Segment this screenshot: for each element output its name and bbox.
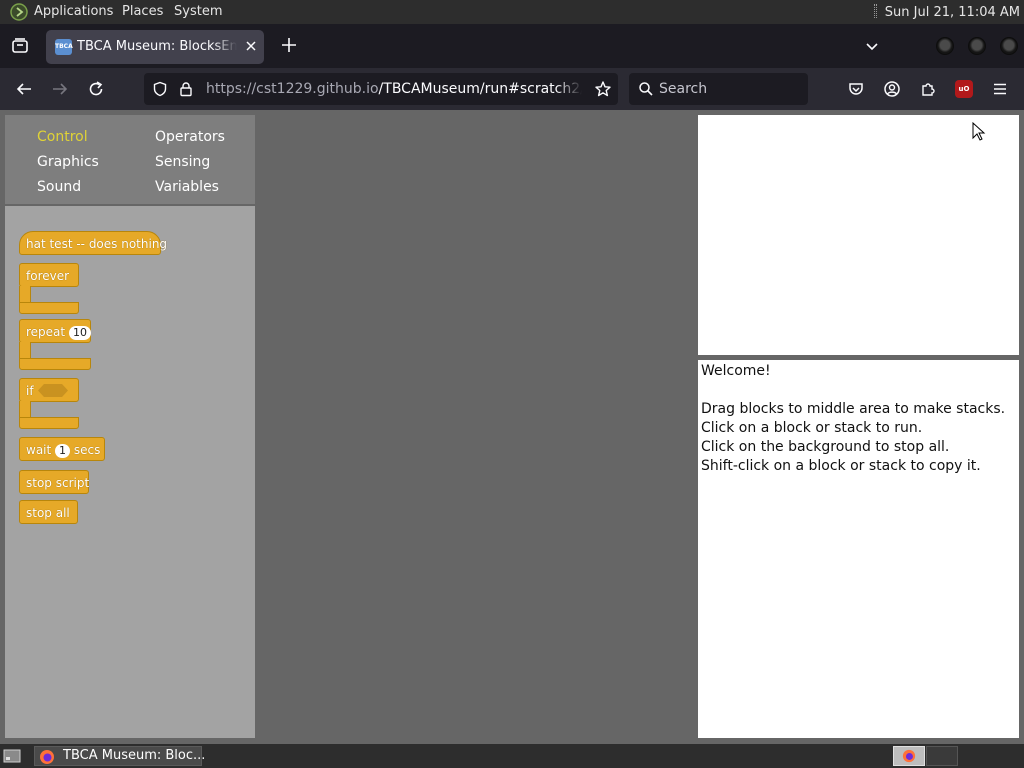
show-desktop-icon[interactable] <box>3 748 21 764</box>
stop-all-block[interactable]: stop all <box>19 500 78 524</box>
url-bar[interactable]: https://cst1229.github.io/TBCAMuseum/run… <box>144 73 618 105</box>
repeat-label: repeat 10 <box>26 325 91 340</box>
category-variables[interactable]: Variables <box>155 179 219 195</box>
account-icon[interactable] <box>883 80 901 98</box>
repeat-bottom[interactable] <box>19 358 91 370</box>
taskbar: TBCA Museum: Bloc... <box>0 744 1024 768</box>
stop-all-label: stop all <box>26 506 70 520</box>
tab-title: TBCA Museum: BlocksEngine <box>77 39 237 54</box>
tab-list-icon[interactable] <box>8 34 32 58</box>
wait-block[interactable]: wait 1 secs <box>19 437 105 461</box>
repeat-top[interactable]: repeat 10 <box>19 319 91 343</box>
bookmark-star-icon[interactable] <box>594 80 612 98</box>
console-output: Welcome! Drag blocks to middle area to m… <box>698 360 1019 738</box>
wait-label: wait 1 secs <box>26 443 100 458</box>
console-line: Click on the background to stop all. <box>701 439 950 455</box>
category-operators[interactable]: Operators <box>155 129 225 145</box>
menu-applications[interactable]: Applications <box>34 4 113 19</box>
menu-places[interactable]: Places <box>122 4 163 19</box>
if-bottom[interactable] <box>19 417 79 429</box>
category-panel: Control Operators Graphics Sensing Sound… <box>5 115 255 204</box>
url-path: /TBCAMuseum/run#scratch2/BlocksEngine <box>378 81 582 97</box>
chevron-down-icon[interactable] <box>864 38 880 54</box>
url-text[interactable]: https://cst1229.github.io/TBCAMuseum/run… <box>206 81 582 97</box>
new-tab-icon[interactable] <box>280 36 298 54</box>
extensions-icon[interactable] <box>919 80 937 98</box>
stop-script-block[interactable]: stop script <box>19 470 89 494</box>
close-tab-icon[interactable] <box>244 39 258 53</box>
tab-active[interactable]: TBCA TBCA Museum: BlocksEngine <box>46 30 264 64</box>
hamburger-menu-icon[interactable] <box>991 80 1009 98</box>
page-content: Control Operators Graphics Sensing Sound… <box>0 110 1024 744</box>
firefox-icon <box>902 749 916 763</box>
wait-seconds-input[interactable]: 1 <box>55 444 71 458</box>
script-area[interactable] <box>255 110 693 744</box>
ublock-icon[interactable]: uO <box>955 80 973 98</box>
if-top[interactable]: if <box>19 378 79 402</box>
minimize-window-button[interactable] <box>936 37 954 55</box>
console-line: Drag blocks to middle area to make stack… <box>701 401 1006 417</box>
lock-icon[interactable] <box>178 81 194 97</box>
repeat-count-input[interactable]: 10 <box>68 326 91 340</box>
console-line: Welcome! <box>701 363 771 379</box>
tab-bar: TBCA TBCA Museum: BlocksEngine <box>0 24 1024 68</box>
taskbar-firefox-window[interactable]: TBCA Museum: Bloc... <box>34 746 206 766</box>
block-palette: hat test -- does nothing forever repeat … <box>5 206 255 738</box>
stop-script-label: stop script <box>26 476 90 490</box>
stage[interactable] <box>698 115 1019 355</box>
repeat-text: repeat <box>26 325 66 339</box>
workspace-switcher[interactable] <box>893 746 925 766</box>
category-control[interactable]: Control <box>37 129 88 145</box>
nav-bar: https://cst1229.github.io/TBCAMuseum/run… <box>0 68 1024 110</box>
forever-label: forever <box>26 269 70 283</box>
maximize-window-button[interactable] <box>968 37 986 55</box>
panel-separator <box>873 4 877 18</box>
panel-clock[interactable]: Sun Jul 21, 11:04 AM <box>873 4 1020 20</box>
console-line: Shift-click on a block or stack to copy … <box>701 458 981 474</box>
search-icon <box>639 82 653 96</box>
category-sensing[interactable]: Sensing <box>155 154 210 170</box>
url-host: https://cst1229.github.io <box>206 81 379 97</box>
if-condition-slot[interactable] <box>38 384 68 397</box>
back-icon[interactable] <box>15 80 33 98</box>
clock-text: Sun Jul 21, 11:04 AM <box>884 5 1020 20</box>
hat-test-block[interactable]: hat test -- does nothing <box>19 231 167 255</box>
forever-bottom[interactable] <box>19 302 79 314</box>
console-line: Click on a block or stack to run. <box>701 420 923 436</box>
pocket-icon[interactable] <box>847 80 865 98</box>
forward-icon[interactable] <box>51 80 69 98</box>
tab-favicon-icon: TBCA <box>55 39 73 55</box>
menu-system[interactable]: System <box>174 4 222 19</box>
workspace-2[interactable] <box>926 746 958 766</box>
hat-test-label: hat test -- does nothing <box>26 237 168 251</box>
wait-text: wait <box>26 443 52 457</box>
search-placeholder: Search <box>659 81 708 97</box>
top-panel: Applications Places System Sun Jul 21, 1… <box>0 0 1024 24</box>
close-window-button[interactable] <box>1000 37 1018 55</box>
firefox-icon <box>40 750 54 764</box>
reload-icon[interactable] <box>87 80 105 98</box>
taskbar-item-label: TBCA Museum: Bloc... <box>63 748 206 763</box>
panel-logo-icon[interactable] <box>10 3 28 21</box>
search-input[interactable]: Search <box>629 73 808 105</box>
category-sound[interactable]: Sound <box>37 179 81 195</box>
category-graphics[interactable]: Graphics <box>37 154 99 170</box>
shield-icon[interactable] <box>152 81 168 97</box>
wait-unit-text: secs <box>73 443 101 457</box>
mouse-cursor-icon <box>972 122 986 141</box>
if-label: if <box>26 384 34 398</box>
forever-top[interactable]: forever <box>19 263 79 287</box>
